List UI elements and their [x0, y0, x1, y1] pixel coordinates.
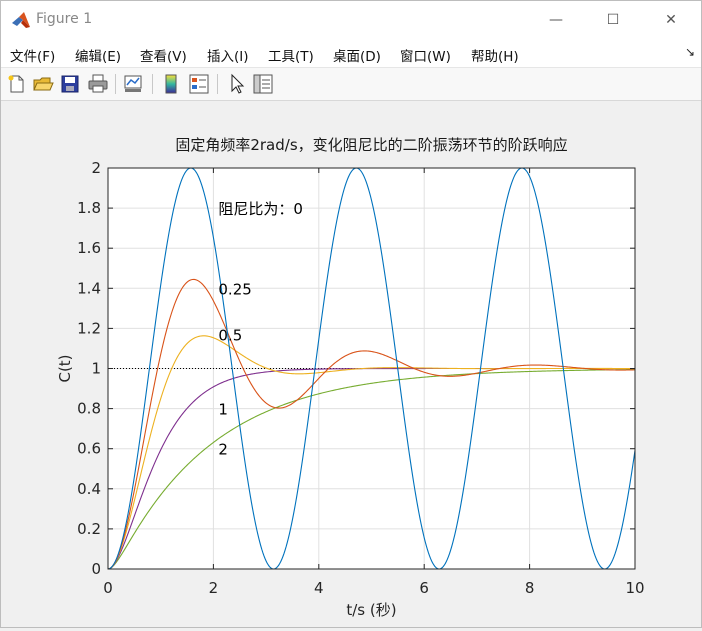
y-tick-label: 1.8: [77, 199, 101, 217]
y-axis-label: C(t): [56, 354, 74, 382]
step-response-chart: 0 2 4 6 8 10 0 0.2 0.4 0.6 0.8 1 1.2 1.4 1.6 1.8 2 阻尼比为：…: [56, 136, 645, 619]
window-title: Figure 1: [36, 11, 93, 27]
x-tick-label: 4: [314, 579, 324, 597]
menu-edit[interactable]: 编辑(E): [75, 45, 121, 65]
figure-canvas: 0 2 4 6 8 10 0 0.2 0.4 0.6 0.8 1 1.2 1.4 1.6 1.8 2 阻尼比为：…: [1, 101, 701, 627]
x-tick-label: 2: [209, 579, 219, 597]
y-tick-label: 0.8: [77, 400, 101, 418]
y-tick-label: 2: [91, 159, 101, 177]
matlab-logo-icon: [12, 12, 30, 28]
annotation-label: 2: [218, 441, 228, 459]
link-plot-icon[interactable]: [122, 73, 144, 95]
x-tick-label: 0: [103, 579, 113, 597]
menu-help[interactable]: 帮助(H): [471, 45, 519, 65]
save-icon[interactable]: [59, 73, 81, 95]
toolbar: [1, 68, 701, 101]
y-tick-label: 1.4: [77, 279, 101, 297]
y-tick-label: 0.4: [77, 480, 101, 498]
toolbar-separator: [115, 74, 116, 94]
chart-title: 固定角频率2rad/s，变化阻尼比的二阶振荡环节的阶跃响应: [175, 136, 567, 154]
minimize-button[interactable]: —: [533, 1, 579, 39]
annotation-label: 0.25: [218, 280, 251, 298]
figure-window: Figure 1 — ☐ ✕ 文件(F) 编辑(E) 查看(V) 插入(I) 工…: [0, 0, 702, 628]
y-tick-label: 1.6: [77, 239, 101, 257]
menu-tools[interactable]: 工具(T): [268, 45, 314, 65]
legend-icon[interactable]: [188, 73, 210, 95]
print-icon[interactable]: [87, 73, 109, 95]
new-figure-icon[interactable]: [6, 73, 28, 95]
x-tick-label: 10: [625, 579, 644, 597]
menu-file[interactable]: 文件(F): [10, 45, 55, 65]
maximize-button[interactable]: ☐: [590, 1, 636, 39]
y-tick-label: 1: [91, 360, 101, 378]
x-tick-label: 8: [525, 579, 535, 597]
y-tick-label: 0: [91, 560, 101, 578]
colorbar-icon[interactable]: [160, 73, 182, 95]
open-file-icon[interactable]: [32, 73, 54, 95]
annotation-label: 0.5: [218, 326, 242, 344]
menu-view[interactable]: 查看(V): [140, 45, 187, 65]
menu-window[interactable]: 窗口(W): [400, 45, 451, 65]
x-tick-label: 6: [419, 579, 429, 597]
menu-insert[interactable]: 插入(I): [207, 45, 249, 65]
menu-desktop[interactable]: 桌面(D): [333, 45, 381, 65]
y-tick-label: 1.2: [77, 319, 101, 337]
y-tick-label: 0.2: [77, 520, 101, 538]
toolbar-separator: [152, 74, 153, 94]
dock-arrow-icon[interactable]: ↘: [685, 45, 695, 59]
pointer-icon[interactable]: [226, 73, 248, 95]
x-axis-label: t/s (秒): [346, 601, 396, 619]
annotation-label: 阻尼比为：0: [218, 200, 303, 218]
menu-bar: 文件(F) 编辑(E) 查看(V) 插入(I) 工具(T) 桌面(D) 窗口(W…: [1, 39, 701, 68]
property-inspector-icon[interactable]: [252, 73, 274, 95]
toolbar-separator: [217, 74, 218, 94]
title-bar: Figure 1 — ☐ ✕: [1, 1, 701, 39]
close-button[interactable]: ✕: [648, 1, 694, 39]
y-tick-label: 0.6: [77, 440, 101, 458]
annotation-label: 1: [218, 401, 228, 419]
